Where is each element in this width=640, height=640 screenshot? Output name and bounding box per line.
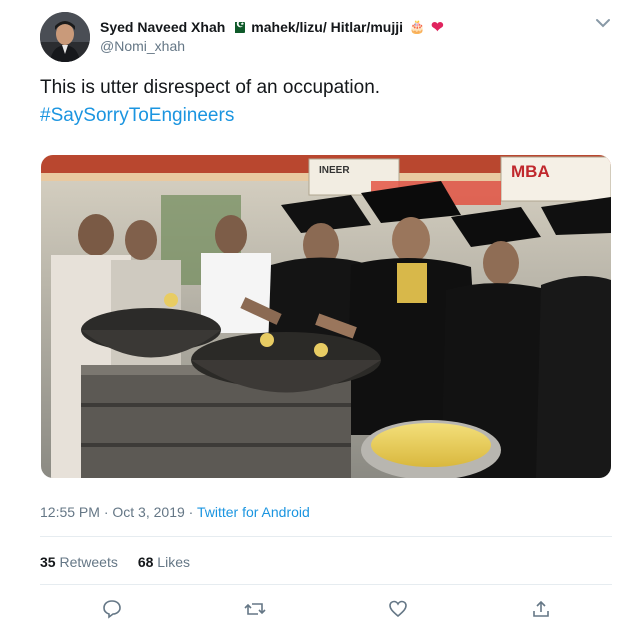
retweets-label: Retweets xyxy=(59,554,118,570)
likes-stat[interactable]: 68 Likes xyxy=(138,554,190,570)
retweets-stat[interactable]: 35 Retweets xyxy=(40,554,118,570)
heart-icon: ❤ xyxy=(431,19,444,36)
like-icon[interactable] xyxy=(383,594,413,624)
likes-label: Likes xyxy=(157,554,190,570)
tweet-stats: 35 Retweets 68 Likes xyxy=(40,554,190,570)
tweet-date[interactable]: Oct 3, 2019 xyxy=(112,504,184,520)
divider xyxy=(40,584,612,585)
cake-icon: 🎂 xyxy=(408,19,426,34)
retweets-count: 35 xyxy=(40,554,56,570)
tweet-source-link[interactable]: Twitter for Android xyxy=(197,504,310,520)
divider xyxy=(40,536,612,537)
share-icon[interactable] xyxy=(526,594,556,624)
author-name-row[interactable]: Syed Naveed Xhah mahek/lizu/ Hitlar/mujj… xyxy=(100,18,444,37)
sign-mba-text: MBA xyxy=(511,162,550,181)
retweet-icon[interactable] xyxy=(240,594,270,624)
tweet-meta: 12:55 PM · Oct 3, 2019 · Twitter for And… xyxy=(40,504,310,520)
chevron-down-icon[interactable] xyxy=(594,16,612,30)
avatar[interactable] xyxy=(40,12,90,62)
tweet-text: This is utter disrespect of an occupatio… xyxy=(40,77,381,98)
author-name-suffix: mahek/lizu/ Hitlar/mujji xyxy=(251,19,403,35)
meta-separator: · xyxy=(99,504,113,520)
tweet-time[interactable]: 12:55 PM xyxy=(40,504,100,520)
reply-icon[interactable] xyxy=(97,594,127,624)
tweet-actions xyxy=(40,594,612,624)
sign-engineer-text: INEER xyxy=(319,165,350,176)
tweet-text-block: This is utter disrespect of an occupatio… xyxy=(40,74,610,130)
pakistan-flag-icon xyxy=(231,19,246,33)
likes-count: 68 xyxy=(137,554,154,570)
hashtag-link[interactable]: #SaySorryToEngineers xyxy=(40,102,610,130)
tweet: Syed Naveed Xhah mahek/lizu/ Hitlar/mujj… xyxy=(0,0,640,640)
author-display-name[interactable]: Syed Naveed Xhah xyxy=(100,19,225,35)
meta-separator-2: · xyxy=(184,504,197,520)
author-handle[interactable]: @Nomi_xhah xyxy=(100,38,185,54)
tweet-photo[interactable]: INEER MBA xyxy=(41,155,611,478)
